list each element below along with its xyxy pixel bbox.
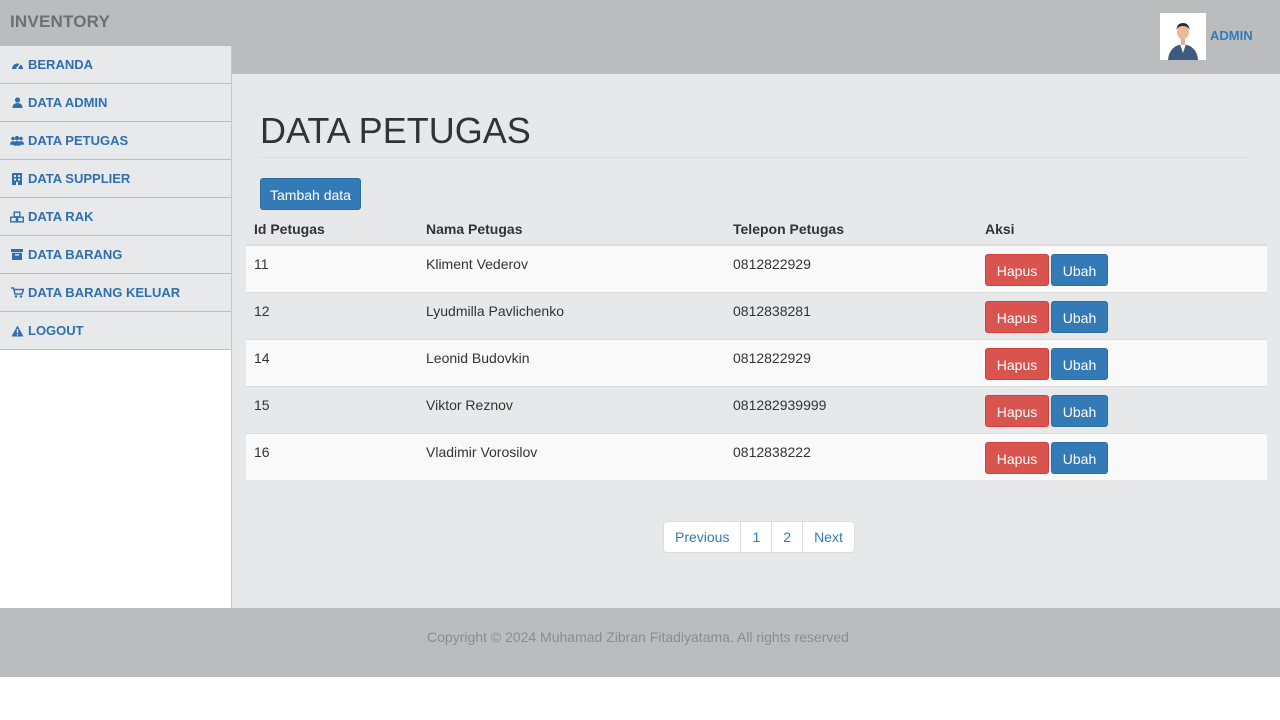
delete-button[interactable]: Hapus: [985, 300, 1049, 333]
cubes-icon: [10, 210, 24, 223]
building-icon: [10, 172, 24, 185]
column-header-name: Nama Petugas: [418, 214, 725, 246]
cell-name: Kliment Vederov: [418, 244, 725, 292]
archive-icon: [10, 249, 24, 261]
cell-name: Lyudmilla Pavlichenko: [418, 291, 725, 339]
delete-button[interactable]: Hapus: [985, 254, 1049, 286]
cell-phone: 081282939999: [725, 385, 977, 433]
table-row: 15 Viktor Reznov 081282939999 Hapus Ubah: [246, 385, 1267, 433]
user-icon: [10, 97, 24, 109]
sidebar-item-label: DATA PETUGAS: [28, 133, 129, 148]
sidebar-item-logout[interactable]: LOGOUT: [0, 312, 231, 350]
table-row: 16 Vladimir Vorosilov 0812838222 Hapus Ub…: [246, 432, 1267, 480]
table-row: 12 Lyudmilla Pavlichenko 0812838281 Hapu…: [246, 291, 1267, 339]
cell-phone: 0812838222: [725, 432, 977, 480]
pagination-previous[interactable]: Previous: [664, 522, 740, 552]
edit-button[interactable]: Ubah: [1051, 254, 1108, 286]
sidebar-item-label: DATA RAK: [28, 209, 94, 224]
cell-actions: Hapus Ubah: [977, 244, 1267, 292]
sidebar-item-data-rak[interactable]: DATA RAK: [0, 198, 231, 236]
cell-actions: Hapus Ubah: [977, 291, 1267, 339]
cart-icon: [10, 287, 24, 299]
cell-id: 12: [246, 291, 418, 339]
delete-button[interactable]: Hapus: [985, 394, 1049, 427]
sidebar-item-data-supplier[interactable]: DATA SUPPLIER: [0, 160, 231, 198]
cell-name: Viktor Reznov: [418, 385, 725, 433]
table-row: 11 Kliment Vederov 0812822929 Hapus Ubah: [246, 244, 1267, 292]
column-header-id: Id Petugas: [246, 214, 418, 246]
delete-button[interactable]: Hapus: [985, 347, 1049, 380]
sidebar-item-label: DATA BARANG: [28, 247, 123, 262]
main-content: DATA PETUGAS Tambah data Id Petugas Nama…: [232, 74, 1280, 608]
title-divider: [260, 157, 1250, 158]
pagination: Previous 1 2 Next: [663, 521, 855, 553]
sidebar-item-data-barang[interactable]: DATA BARANG: [0, 236, 231, 274]
edit-button[interactable]: Ubah: [1051, 300, 1108, 333]
cell-id: 15: [246, 385, 418, 433]
sidebar-item-label: DATA BARANG KELUAR: [28, 285, 181, 300]
cell-id: 11: [246, 244, 418, 292]
sidebar-item-label: BERANDA: [28, 57, 93, 72]
cell-phone: 0812822929: [725, 244, 977, 292]
cell-phone: 0812822929: [725, 338, 977, 386]
edit-button[interactable]: Ubah: [1051, 441, 1108, 474]
user-avatar[interactable]: [1160, 13, 1206, 60]
table-row: 14 Leonid Budovkin 0812822929 Hapus Ubah: [246, 338, 1267, 386]
users-icon: [10, 135, 24, 147]
sidebar-item-data-barang-keluar[interactable]: DATA BARANG KELUAR: [0, 274, 231, 312]
dashboard-icon: [10, 59, 24, 71]
cell-actions: Hapus Ubah: [977, 338, 1267, 386]
cell-name: Leonid Budovkin: [418, 338, 725, 386]
cell-id: 16: [246, 432, 418, 480]
app-brand[interactable]: INVENTORY: [10, 12, 110, 32]
pagination-page-2[interactable]: 2: [771, 522, 802, 552]
cell-actions: Hapus Ubah: [977, 432, 1267, 480]
page-title: DATA PETUGAS: [260, 110, 531, 151]
edit-button[interactable]: Ubah: [1051, 347, 1108, 380]
sidebar: BERANDA DATA ADMIN DATA PETUGAS DATA SUP…: [0, 46, 232, 608]
petugas-table: Id Petugas Nama Petugas Telepon Petugas …: [246, 214, 1267, 480]
sidebar-item-data-petugas[interactable]: DATA PETUGAS: [0, 122, 231, 160]
copyright-text: Copyright © 2024 Muhamad Zibran Fitadiya…: [427, 629, 849, 645]
sidebar-item-label: DATA SUPPLIER: [28, 171, 131, 186]
cell-actions: Hapus Ubah: [977, 385, 1267, 433]
column-header-phone: Telepon Petugas: [725, 214, 977, 246]
sidebar-item-beranda[interactable]: BERANDA: [0, 46, 231, 84]
cell-name: Vladimir Vorosilov: [418, 432, 725, 480]
pagination-next[interactable]: Next: [802, 522, 854, 552]
cell-phone: 0812838281: [725, 291, 977, 339]
footer: Copyright © 2024 Muhamad Zibran Fitadiya…: [0, 608, 1280, 677]
pagination-page-1[interactable]: 1: [740, 522, 771, 552]
sidebar-item-data-admin[interactable]: DATA ADMIN: [0, 84, 231, 122]
sidebar-item-label: LOGOUT: [28, 323, 84, 338]
cell-id: 14: [246, 338, 418, 386]
sidebar-item-label: DATA ADMIN: [28, 95, 108, 110]
add-data-button[interactable]: Tambah data: [260, 178, 361, 210]
edit-button[interactable]: Ubah: [1051, 394, 1108, 427]
delete-button[interactable]: Hapus: [985, 441, 1049, 474]
warning-icon: [10, 325, 24, 337]
table-header-row: Id Petugas Nama Petugas Telepon Petugas …: [246, 214, 1267, 246]
admin-user-link[interactable]: ADMIN: [1210, 28, 1253, 43]
column-header-action: Aksi: [977, 214, 1267, 246]
